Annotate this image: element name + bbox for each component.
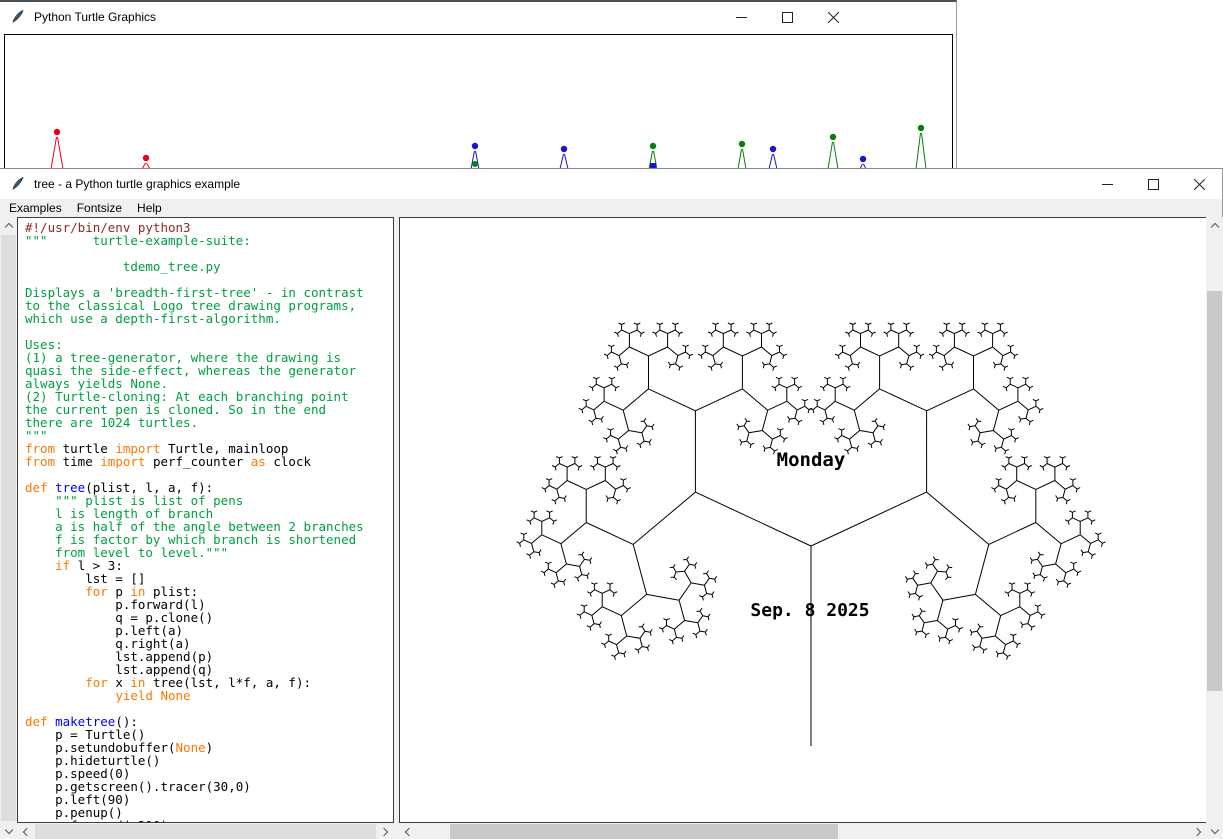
turtle-figure (469, 143, 481, 169)
code-line: """ turtle-example-suite: (25, 234, 364, 247)
menu-fontsize[interactable]: Fontsize (71, 200, 128, 216)
scroll-right-button[interactable] (1190, 823, 1207, 839)
code-line (25, 325, 364, 338)
scrollbar-thumb[interactable] (35, 824, 376, 839)
turtle-figure (736, 141, 748, 169)
fg-close-button[interactable] (1176, 169, 1222, 199)
bg-titlebar[interactable]: Python Turtle Graphics (0, 2, 956, 32)
chevron-down-icon (1210, 826, 1218, 834)
canvas-vertical-scrollbar[interactable] (1206, 217, 1223, 839)
menu-examples[interactable]: Examples (3, 200, 68, 216)
chevron-right-icon (380, 827, 388, 835)
fg-maximize-button[interactable] (1130, 169, 1176, 199)
chevron-right-icon (1193, 827, 1201, 835)
code-line: yield None (25, 689, 364, 702)
turtle-figure (914, 125, 928, 169)
scroll-down-button[interactable] (1206, 823, 1223, 839)
fg-minimize-button[interactable] (1084, 169, 1130, 199)
drawing-canvas: Monday Sep. 8 2025 (399, 217, 1207, 823)
code-pane[interactable]: #!/usr/bin/env python3""" turtle-example… (17, 217, 394, 823)
canvas-label: Monday (777, 449, 846, 471)
scroll-down-button[interactable] (0, 823, 17, 839)
desktop: Python Turtle Graphics (0, 0, 1223, 839)
turtle-figure (49, 129, 65, 169)
fg-window-controls (1084, 169, 1222, 199)
scroll-left-button[interactable] (17, 823, 34, 839)
scrollbar-thumb[interactable] (450, 824, 838, 839)
code-line: from time import perf_counter as clock (25, 455, 364, 468)
fg-titlebar[interactable]: tree - a Python turtle graphics example (0, 169, 1222, 199)
scrollbar-thumb[interactable] (1, 235, 16, 821)
code-horizontal-scrollbar[interactable] (17, 823, 394, 839)
tk-feather-icon (10, 9, 26, 25)
bg-minimize-button[interactable] (718, 2, 764, 32)
bg-maximize-button[interactable] (764, 2, 810, 32)
chevron-up-icon (4, 223, 12, 231)
window-tree-example: tree - a Python turtle graphics example … (0, 168, 1223, 839)
canvas-label: Sep. 8 2025 (750, 600, 869, 621)
bg-close-button[interactable] (810, 2, 856, 32)
turtle-figure (826, 134, 840, 169)
scroll-up-button[interactable] (0, 217, 17, 234)
turtle-figure (558, 146, 570, 169)
chevron-left-icon (23, 827, 31, 835)
tk-feather-icon (10, 176, 26, 192)
canvas-horizontal-scrollbar[interactable] (399, 823, 1207, 839)
menu-help[interactable]: Help (131, 200, 168, 216)
fractal-tree-drawing: Monday Sep. 8 2025 (400, 218, 1206, 822)
scroll-left-button[interactable] (399, 823, 416, 839)
code-vertical-scrollbar[interactable] (0, 217, 17, 839)
code-text: #!/usr/bin/env python3""" turtle-example… (25, 221, 364, 823)
bg-window-controls (718, 2, 856, 32)
scrollbar-thumb[interactable] (1207, 291, 1222, 691)
chevron-left-icon (405, 827, 413, 835)
bg-window-title: Python Turtle Graphics (34, 10, 156, 24)
turtle-figure (140, 155, 152, 169)
code-line: there are 1024 turtles. (25, 416, 364, 429)
scroll-up-button[interactable] (1206, 217, 1223, 234)
fg-window-title: tree - a Python turtle graphics example (34, 177, 240, 191)
turtle-figure (767, 146, 779, 169)
menubar: Examples Fontsize Help (0, 199, 1222, 217)
turtle-figure (647, 143, 659, 169)
chevron-down-icon (4, 826, 12, 834)
chevron-up-icon (1210, 223, 1218, 231)
code-line: tdemo_tree.py (25, 260, 364, 273)
scroll-right-button[interactable] (377, 823, 394, 839)
code-line: which use a depth-first-algorithm. (25, 312, 364, 325)
